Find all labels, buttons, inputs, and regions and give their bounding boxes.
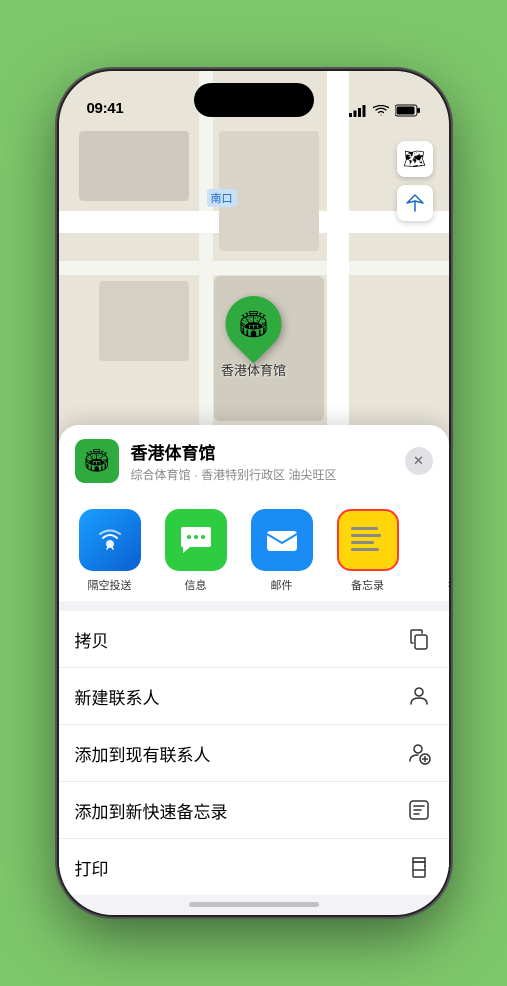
quick-note-icon: [405, 796, 433, 824]
action-new-contact[interactable]: 新建联系人: [59, 668, 449, 725]
home-indicator: [189, 902, 319, 907]
map-type-icon: 🗺: [403, 149, 426, 170]
share-item-airdrop[interactable]: 隔空投送: [75, 509, 145, 593]
action-add-existing-contact[interactable]: 添加到现有联系人: [59, 725, 449, 782]
action-list: 拷贝 新建联系人: [59, 611, 449, 895]
stadium-icon: 🏟: [237, 309, 270, 340]
more-icon-wrap: [423, 509, 449, 571]
mail-label: 邮件: [271, 577, 293, 593]
map-road: [59, 261, 449, 275]
messages-icon-wrap: [165, 509, 227, 571]
venue-icon: 🏟: [75, 439, 119, 483]
more-label: 提: [448, 577, 449, 593]
map-label-nankou: 南口: [207, 189, 237, 207]
new-contact-icon: [405, 682, 433, 710]
print-icon: [405, 853, 433, 881]
venue-name: 香港体育馆: [131, 439, 405, 464]
location-button[interactable]: [397, 185, 433, 221]
share-row: 隔空投送 信息: [59, 493, 449, 601]
signal-icon: [349, 105, 367, 117]
notes-line-3: [351, 541, 375, 544]
mail-icon: [263, 521, 301, 559]
notes-line-4: [351, 548, 380, 551]
wifi-icon: [373, 105, 389, 117]
add-existing-contact-icon: [405, 739, 433, 767]
notes-lines-icon: [345, 519, 391, 555]
action-copy-label: 拷贝: [75, 627, 109, 652]
bottom-sheet: 🏟 香港体育馆 综合体育馆 · 香港特别行政区 油尖旺区 ✕: [59, 425, 449, 915]
share-item-more[interactable]: 提: [419, 509, 449, 593]
action-copy[interactable]: 拷贝: [59, 611, 449, 668]
action-quick-note[interactable]: 添加到新快速备忘录: [59, 782, 449, 839]
map-type-button[interactable]: 🗺: [397, 141, 433, 177]
status-icons: [349, 104, 421, 117]
map-block: [79, 131, 189, 201]
battery-icon: [395, 104, 421, 117]
share-item-notes[interactable]: 备忘录: [333, 509, 403, 593]
notes-line-2: [351, 534, 382, 537]
map-block: [99, 281, 189, 361]
pin-circle: 🏟: [214, 284, 293, 363]
location-icon: [406, 194, 424, 212]
sheet-header: 🏟 香港体育馆 综合体育馆 · 香港特别行政区 油尖旺区 ✕: [59, 425, 449, 493]
action-quick-note-label: 添加到新快速备忘录: [75, 798, 228, 823]
copy-icon: [405, 625, 433, 653]
notes-label: 备忘录: [351, 577, 384, 593]
action-add-existing-label: 添加到现有联系人: [75, 741, 211, 766]
share-item-mail[interactable]: 邮件: [247, 509, 317, 593]
close-button[interactable]: ✕: [405, 447, 433, 475]
map-controls: 🗺: [397, 141, 433, 229]
mail-icon-wrap: [251, 509, 313, 571]
phone-frame: 09:41: [59, 71, 449, 915]
messages-label: 信息: [185, 577, 207, 593]
action-print-label: 打印: [75, 855, 109, 880]
phone-screen: 09:41: [59, 71, 449, 915]
notes-line-1: [351, 527, 378, 530]
dynamic-island: [194, 83, 314, 117]
airdrop-icon-wrap: [79, 509, 141, 571]
stadium-pin[interactable]: 🏟 香港体育馆: [221, 296, 286, 379]
venue-info: 香港体育馆 综合体育馆 · 香港特别行政区 油尖旺区: [131, 439, 405, 483]
action-print[interactable]: 打印: [59, 839, 449, 895]
airdrop-label: 隔空投送: [88, 577, 132, 593]
share-item-messages[interactable]: 信息: [161, 509, 231, 593]
airdrop-icon: [93, 523, 127, 557]
notes-icon-wrap: [337, 509, 399, 571]
messages-icon: [178, 522, 214, 558]
action-new-contact-label: 新建联系人: [75, 684, 160, 709]
status-time: 09:41: [87, 100, 124, 117]
venue-subtitle: 综合体育馆 · 香港特别行政区 油尖旺区: [131, 466, 405, 483]
